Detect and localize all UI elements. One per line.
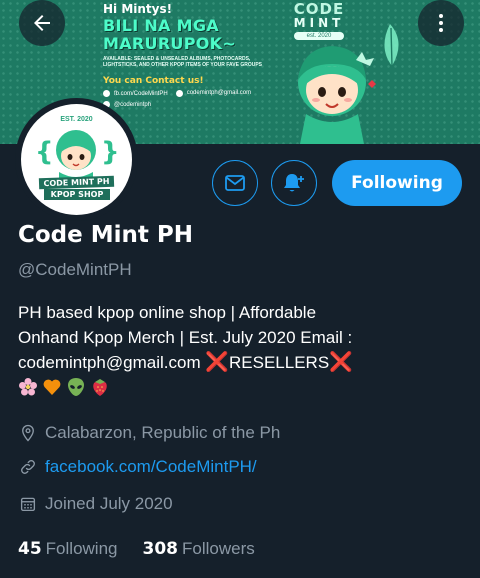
banner-text-block: Hi Mintys! BILI NA MGA MARURUPOK~ Availa… — [103, 2, 283, 108]
arrow-left-icon — [34, 15, 50, 31]
banner-greeting: Hi Mintys! — [103, 2, 173, 16]
banner-contact-email-text: codemintph@gmail.com — [186, 90, 252, 96]
banner-headline-2: MARURUPOK~ — [103, 34, 237, 53]
notifications-button[interactable] — [271, 160, 317, 206]
following-button[interactable]: Following — [332, 160, 462, 206]
svg-text:{: { — [35, 137, 54, 167]
banner-contact-facebook-text: fb.com/CodeMintPH — [114, 90, 168, 97]
bio-emoji-row — [18, 374, 468, 399]
followers-stat[interactable]: 308 Followers — [142, 539, 254, 559]
profile-bio: PH based kpop online shop | Affordable O… — [18, 300, 468, 399]
cherry-blossom-icon — [19, 377, 37, 395]
back-button[interactable] — [19, 0, 65, 46]
following-label: Following — [45, 539, 118, 558]
bio-email: codemintph@gmail.com — [18, 353, 201, 372]
leaf-decoration — [384, 24, 399, 67]
profile-stats: 45 Following 308 Followers — [18, 539, 255, 559]
bio-line-1: PH based kpop online shop | Affordable — [18, 303, 317, 322]
message-button[interactable] — [212, 160, 258, 206]
banner-contact-handle: @codemintph — [103, 101, 283, 108]
profile-name: Code Mint PH — [18, 222, 194, 248]
bell-plus-icon — [284, 174, 304, 192]
more-options-button[interactable] — [418, 0, 464, 46]
svg-text:}: } — [101, 137, 120, 167]
more-vertical-icon — [439, 14, 443, 32]
following-count: 45 — [18, 539, 42, 559]
profile-joined-text: Joined July 2020 — [45, 494, 173, 513]
banner-contact-email: codemintph@gmail.com — [175, 89, 252, 97]
profile-joined: Joined July 2020 — [18, 494, 173, 514]
avatar-image: EST. 2020 { } CODE MINT PH KPOP SHOP — [21, 104, 132, 215]
banner-contact-heading: You can Contact us! — [103, 76, 204, 86]
cross-mark-icon: ❌ — [329, 351, 353, 373]
bio-line-3: codemintph@gmail.com ❌RESELLERS❌ — [18, 350, 468, 375]
profile-handle: @CodeMintPH — [18, 260, 132, 279]
avatar-mascot-icon: { } — [35, 130, 120, 182]
orange-heart-icon — [43, 379, 61, 395]
location-pin-icon — [18, 423, 38, 443]
bio-line-2: Onhand Kpop Merch | Est. July 2020 Email… — [18, 328, 353, 347]
banner-logo-mint: MINT — [293, 16, 345, 30]
calendar-icon — [18, 494, 38, 514]
link-icon — [18, 457, 38, 477]
profile-website-link[interactable]: facebook.com/CodeMintPH/ — [45, 457, 257, 477]
profile-location: Calabarzon, Republic of the Ph — [18, 423, 280, 443]
avatar[interactable]: EST. 2020 { } CODE MINT PH KPOP SHOP — [15, 98, 138, 221]
banner-available-text: Available: sealed & unsealed albums, pho… — [103, 56, 262, 68]
following-stat[interactable]: 45 Following — [18, 539, 117, 559]
avatar-name-line-2: KPOP SHOP — [44, 189, 110, 200]
cross-mark-icon: ❌ — [205, 351, 230, 373]
banner-contact-facebook: fb.com/CodeMintPH — [103, 90, 168, 97]
profile-location-text: Calabarzon, Republic of the Ph — [45, 423, 281, 442]
bio-resellers: RESELLERS — [229, 353, 330, 372]
avatar-name-line-1: CODE MINT PH — [38, 175, 115, 190]
facebook-icon — [103, 90, 110, 97]
strawberry-icon — [93, 378, 107, 396]
email-icon — [175, 89, 183, 97]
envelope-icon — [225, 175, 245, 191]
banner-headline-1: BILI NA MGA — [103, 16, 219, 35]
alien-icon — [68, 377, 84, 396]
followers-count: 308 — [142, 539, 178, 559]
followers-label: Followers — [181, 539, 255, 558]
profile-website: facebook.com/CodeMintPH/ — [18, 457, 257, 477]
banner-contact-handle-text: @codemintph — [114, 101, 152, 108]
